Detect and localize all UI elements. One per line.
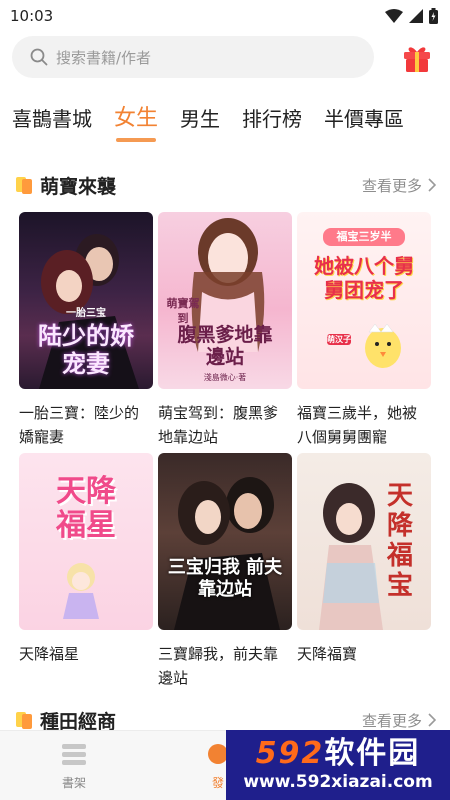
search-row: 搜索書籍/作者 (12, 36, 438, 78)
tab-ranking[interactable]: 排行榜 (242, 98, 302, 140)
book-title: 三寶歸我，前夫靠邊站 (158, 645, 279, 687)
view-more-link[interactable]: 查看更多 (362, 710, 436, 731)
section-title: 萌寶來襲 (40, 175, 117, 198)
book-card[interactable]: 天降福星 天降福星 (19, 453, 153, 690)
watermark-logo: 592软件园 www.592xiazai.com (226, 730, 450, 800)
book-cover[interactable]: 萌寶駕到 腹黑爹地靠邊站 淺島微心·著 (158, 212, 292, 389)
wifi-icon (385, 9, 403, 23)
book-title: 天降福寶 (297, 645, 358, 663)
book-cover[interactable]: 天降福宝 (297, 453, 431, 630)
book-card[interactable]: 三宝归我 前夫靠边站 三寶歸我，前夫靠邊站 (158, 453, 292, 690)
chevron-right-icon (428, 178, 436, 192)
book-title: 萌宝驾到：腹黑爹地靠边站 (158, 404, 279, 446)
book-card[interactable]: 天降福宝 天降福寶 (297, 453, 431, 690)
book-cover[interactable]: 一胎三宝 陆少的娇宠妻 (19, 212, 153, 389)
category-tabs: 喜鵲書城 女生 男生 排行榜 半價專區 (0, 98, 450, 144)
status-bar: 10:03 (0, 0, 450, 32)
nav-bookshelf-label: 書架 (61, 776, 86, 790)
tab-half-price[interactable]: 半價專區 (324, 98, 404, 140)
tab-male[interactable]: 男生 (180, 98, 220, 140)
book-card[interactable]: 一胎三宝 陆少的娇宠妻 一胎三寶：陸少的嬌寵妻 (19, 212, 153, 449)
book-title: 天降福星 (19, 645, 80, 663)
view-more-link[interactable]: 查看更多 (362, 175, 436, 196)
tab-xique-bookstore[interactable]: 喜鵲書城 (12, 98, 92, 140)
status-time: 10:03 (10, 7, 54, 25)
tab-female[interactable]: 女生 (114, 98, 158, 142)
search-input[interactable]: 搜索書籍/作者 (12, 36, 374, 78)
book-card[interactable]: 福宝三岁半 她被八个舅舅团宠了 萌汉子 福寶三歲半，她被八個舅舅團寵 (297, 212, 431, 449)
section-mark-icon (16, 711, 34, 729)
search-icon (30, 48, 48, 66)
search-placeholder: 搜索書籍/作者 (56, 48, 152, 67)
section-header-mengbao: 萌寶來襲 查看更多 (16, 170, 436, 200)
status-icons (385, 8, 438, 24)
book-cover[interactable]: 福宝三岁半 她被八个舅舅团宠了 萌汉子 (297, 212, 431, 389)
book-cover[interactable]: 天降福星 (19, 453, 153, 630)
chevron-right-icon (428, 713, 436, 727)
book-card[interactable]: 萌寶駕到 腹黑爹地靠邊站 淺島微心·著 萌宝驾到：腹黑爹地靠边站 (158, 212, 292, 449)
battery-icon (429, 8, 438, 24)
section-mark-icon (16, 176, 34, 194)
bookshelf-icon (62, 744, 86, 765)
gift-icon[interactable] (400, 40, 434, 74)
book-title: 福寶三歲半，她被八個舅舅團寵 (297, 404, 418, 446)
nav-bookshelf[interactable]: 書架 (44, 743, 104, 791)
signal-icon (409, 9, 423, 23)
book-cover[interactable]: 三宝归我 前夫靠边站 (158, 453, 292, 630)
book-title: 一胎三寶：陸少的嬌寵妻 (19, 404, 140, 446)
